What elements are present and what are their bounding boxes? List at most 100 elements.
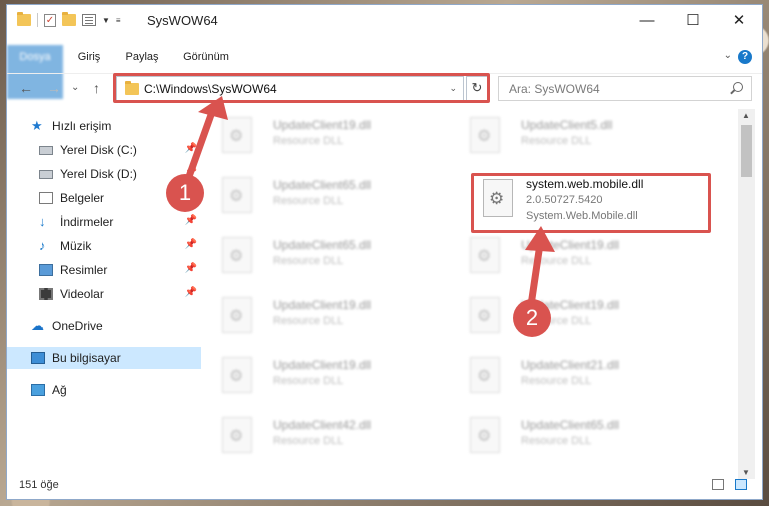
sidebar-item-label: Belgeler xyxy=(60,191,105,205)
quick-access-toolbar: ✓ ▼ ≡ xyxy=(17,12,121,27)
file-name: UpdateClient65.dll xyxy=(521,418,620,432)
dll-file-icon xyxy=(222,357,252,393)
dll-file-icon xyxy=(222,297,252,333)
navigation-bar: ← → ⌄ ↑ C:\Windows\SysWOW64 ⌄ ↻ Ara: Sys… xyxy=(7,73,762,104)
disk-icon xyxy=(39,169,53,179)
file-type: Resource DLL xyxy=(273,255,344,267)
large-icons-view-icon[interactable] xyxy=(735,479,747,490)
vertical-scrollbar[interactable]: ▲ ▼ xyxy=(738,109,755,479)
forward-button[interactable]: → xyxy=(47,80,61,96)
dll-file-icon xyxy=(470,297,500,333)
sidebar-item-this-pc[interactable]: Bu bilgisayar xyxy=(7,347,201,369)
file-item[interactable]: UpdateClient19.dll Resource DLL xyxy=(216,111,446,165)
sidebar-item-quick-access[interactable]: ★ Hızlı erişim xyxy=(7,115,201,137)
pin-icon[interactable]: 📌 xyxy=(185,239,197,250)
sidebar-item-label: Yerel Disk (C:) xyxy=(60,143,137,157)
annotation-highlight-file xyxy=(471,173,711,233)
file-item[interactable]: UpdateClient5.dll Resource DLL xyxy=(464,111,694,165)
up-button[interactable]: ↑ xyxy=(93,80,100,96)
sidebar-item-label: İndirmeler xyxy=(60,215,114,229)
ribbon-tabs: Dosya Giriş Paylaş Görünüm ⌄ ? xyxy=(7,45,762,99)
pin-icon[interactable]: 📌 xyxy=(185,287,197,298)
close-button[interactable]: ✕ xyxy=(716,5,762,35)
expand-ribbon-icon[interactable]: ⌄ xyxy=(724,50,732,61)
file-name: UpdateClient65.dll xyxy=(273,238,372,252)
file-name: UpdateClient42.dll xyxy=(273,418,372,432)
file-name: UpdateClient19.dll xyxy=(273,118,372,132)
file-item[interactable]: UpdateClient19.dll Resource DLL xyxy=(464,231,694,285)
pin-icon[interactable]: 📌 xyxy=(185,143,197,154)
view-properties-icon[interactable] xyxy=(82,14,96,26)
search-placeholder: Ara: SysWOW64 xyxy=(509,82,600,96)
sidebar-item-music[interactable]: ♪ Müzik 📌 xyxy=(7,235,201,257)
sidebar-item-onedrive[interactable]: ☁ OneDrive xyxy=(7,315,201,337)
tab-share[interactable]: Paylaş xyxy=(117,45,167,69)
file-type: Resource DLL xyxy=(273,195,344,207)
dll-file-icon xyxy=(470,117,500,153)
dll-file-icon xyxy=(222,417,252,453)
tab-view[interactable]: Görünüm xyxy=(175,45,237,69)
scroll-up-icon[interactable]: ▲ xyxy=(742,111,750,120)
file-item[interactable]: UpdateClient65.dll Resource DLL xyxy=(216,231,446,285)
sidebar-item-pictures[interactable]: Resimler 📌 xyxy=(7,259,201,281)
title-bar: ✓ ▼ ≡ SysWOW64 — ☐ ✕ xyxy=(7,5,762,38)
file-type: Resource DLL xyxy=(273,135,344,147)
customize-toolbar-icon[interactable]: ≡ xyxy=(116,16,121,25)
sidebar-item-downloads[interactable]: ↓ İndirmeler 📌 xyxy=(7,211,201,233)
file-item[interactable]: UpdateClient42.dll Resource DLL xyxy=(216,411,446,465)
file-type: Resource DLL xyxy=(521,375,592,387)
dll-file-icon xyxy=(470,357,500,393)
sidebar-item-local-disk-c[interactable]: Yerel Disk (C:) 📌 xyxy=(7,139,201,161)
maximize-button[interactable]: ☐ xyxy=(670,5,716,35)
back-button[interactable]: ← xyxy=(19,80,33,96)
dll-file-icon xyxy=(222,117,252,153)
file-item[interactable]: UpdateClient19.dll Resource DLL xyxy=(216,351,446,405)
file-name: UpdateClient5.dll xyxy=(521,118,613,132)
details-view-icon[interactable] xyxy=(712,479,724,490)
tab-home[interactable]: Giriş xyxy=(69,45,109,69)
file-explorer-window: ✓ ▼ ≡ SysWOW64 — ☐ ✕ Dosya Giriş Paylaş … xyxy=(6,4,763,500)
navigation-pane: ★ Hızlı erişim Yerel Disk (C:) 📌 Yerel D… xyxy=(7,111,201,471)
toolbar-separator xyxy=(37,13,38,27)
folder-icon xyxy=(17,12,31,26)
sidebar-item-label: Hızlı erişim xyxy=(52,119,112,133)
minimize-button[interactable]: — xyxy=(624,5,670,35)
sidebar-item-network[interactable]: Ağ xyxy=(7,379,201,401)
disk-icon xyxy=(39,145,53,155)
file-name: UpdateClient19.dll xyxy=(273,358,372,372)
pin-icon[interactable]: 📌 xyxy=(185,215,197,226)
help-icon[interactable]: ? xyxy=(738,50,752,64)
file-item[interactable]: UpdateClient19.dll Resource DLL xyxy=(464,291,694,345)
sidebar-item-videos[interactable]: Videolar 📌 xyxy=(7,283,201,305)
pictures-icon xyxy=(39,264,53,276)
file-item[interactable]: UpdateClient19.dll Resource DLL xyxy=(216,291,446,345)
search-input[interactable]: Ara: SysWOW64 xyxy=(498,76,752,101)
dll-file-icon xyxy=(470,417,500,453)
scroll-thumb[interactable] xyxy=(741,125,752,177)
file-type: Resource DLL xyxy=(273,435,344,447)
sidebar-item-label: Müzik xyxy=(60,239,92,253)
annotation-badge-1: 1 xyxy=(166,174,204,212)
file-list: UpdateClient19.dll Resource DLL UpdateCl… xyxy=(216,107,740,471)
properties-check-icon[interactable]: ✓ xyxy=(44,13,56,27)
file-item[interactable]: UpdateClient21.dll Resource DLL xyxy=(464,351,694,405)
file-item[interactable]: UpdateClient65.dll Resource DLL xyxy=(216,171,446,225)
sidebar-item-label: Videolar xyxy=(60,287,104,301)
dll-file-icon xyxy=(470,237,500,273)
annotation-highlight-address xyxy=(113,73,490,103)
recent-locations-button[interactable]: ⌄ xyxy=(71,82,79,93)
file-name: UpdateClient19.dll xyxy=(273,298,372,312)
status-bar: 151 öğe xyxy=(7,471,762,499)
dll-file-icon xyxy=(222,237,252,273)
dll-file-icon xyxy=(222,177,252,213)
item-count: 151 öğe xyxy=(19,479,59,491)
document-icon xyxy=(39,192,53,204)
pin-icon[interactable]: 📌 xyxy=(185,263,197,274)
music-icon: ♪ xyxy=(39,238,46,253)
search-icon[interactable] xyxy=(733,82,743,92)
new-folder-icon[interactable] xyxy=(62,12,76,26)
file-item[interactable]: UpdateClient65.dll Resource DLL xyxy=(464,411,694,465)
cloud-icon: ☁ xyxy=(31,318,44,333)
chevron-down-icon[interactable]: ▼ xyxy=(102,16,110,25)
star-icon: ★ xyxy=(31,118,43,133)
